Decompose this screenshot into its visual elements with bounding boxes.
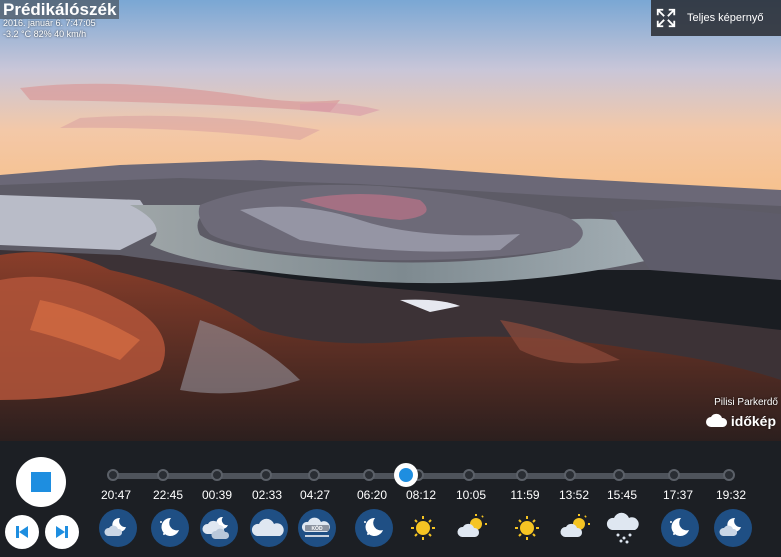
camera-owner: Pilisi Parkerdő [714, 397, 778, 408]
timeline-time-label: 10:05 [455, 488, 487, 502]
timeline-time-label: 04:27 [299, 488, 331, 502]
night-partly-cloudy-icon[interactable] [713, 508, 753, 548]
webcam-view: Prédikálószék 2016. január 6. 7:47:05 -3… [0, 0, 781, 441]
night-clear-icon[interactable] [354, 508, 394, 548]
timeline-tick[interactable] [516, 469, 528, 481]
brand-logo: időkép [705, 413, 776, 429]
sunny-icon[interactable] [403, 508, 443, 548]
timeline-tick[interactable] [613, 469, 625, 481]
stop-button[interactable] [16, 457, 66, 507]
svg-text:KÖD: KÖD [311, 525, 323, 532]
timeline-tick[interactable] [107, 469, 119, 481]
fog-icon[interactable]: KÖD [297, 508, 337, 548]
stop-icon [31, 472, 51, 492]
night-cloudy-icon[interactable] [199, 508, 239, 548]
timeline-time-label: 19:32 [715, 488, 747, 502]
playback-controls: 20:47 22:45 00:39 02:33 04:27 KÖD 06:20 08:12 10… [0, 441, 781, 557]
next-button[interactable] [45, 515, 79, 549]
night-clear-icon[interactable] [150, 508, 190, 548]
camera-conditions: -3.2 °C 82% 40 km/h [3, 29, 87, 39]
timeline-time-label: 17:37 [662, 488, 694, 502]
timeline-tick[interactable] [157, 469, 169, 481]
night-partly-cloudy-icon[interactable] [98, 508, 138, 548]
timeline-tick[interactable] [723, 469, 735, 481]
skip-forward-icon [56, 526, 68, 538]
timeline-handle[interactable] [394, 463, 419, 487]
timeline-tick[interactable] [463, 469, 475, 481]
sunny-icon[interactable] [507, 508, 547, 548]
timeline-tick[interactable] [308, 469, 320, 481]
skip-back-icon [16, 526, 28, 538]
timeline-time-label: 20:47 [100, 488, 132, 502]
previous-button[interactable] [5, 515, 39, 549]
timeline-tick[interactable] [564, 469, 576, 481]
fullscreen-button[interactable]: Teljes képernyő [651, 0, 781, 36]
overcast-icon[interactable] [249, 508, 289, 548]
brand-name: időkép [730, 413, 776, 429]
fullscreen-label: Teljes képernyő [687, 12, 764, 24]
expand-icon [656, 8, 676, 28]
timeline-handle-dot [399, 468, 414, 482]
timeline-tick[interactable] [260, 469, 272, 481]
timeline-tick[interactable] [363, 469, 375, 481]
timeline-time-label: 15:45 [606, 488, 638, 502]
snow-icon[interactable] [604, 508, 644, 548]
partly-sunny-icon[interactable] [453, 508, 493, 548]
partly-sunny-icon[interactable] [556, 508, 596, 548]
camera-datetime: 2016. január 6. 7:47:05 [3, 18, 96, 28]
timeline-tick[interactable] [211, 469, 223, 481]
timeline-tick[interactable] [668, 469, 680, 481]
camera-meta: 2016. január 6. 7:47:05 -3.2 °C 82% 40 k… [3, 18, 96, 40]
webcam-image [0, 0, 781, 441]
cloud-logo-icon [705, 413, 727, 427]
night-clear-icon[interactable] [660, 508, 700, 548]
camera-title: Prédikálószék [0, 0, 120, 19]
